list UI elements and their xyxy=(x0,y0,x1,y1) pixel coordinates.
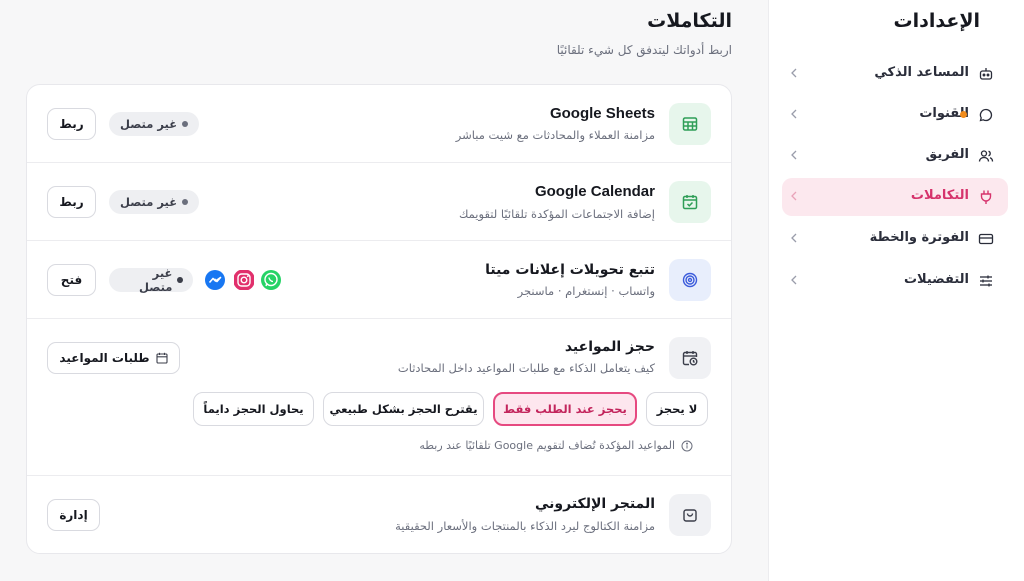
integration-row-google-calendar: Google Calendar إضافة الاجتماعات المؤكدة… xyxy=(27,163,731,241)
settings-sidebar: الإعدادات المساعد الذكي القنوات الفريق ا… xyxy=(768,0,1024,581)
appointment-requests-button[interactable]: طلبات المواعيد xyxy=(47,342,180,374)
sliders-icon xyxy=(980,275,992,287)
sidebar-item-label: الفوترة والخطة xyxy=(869,230,969,245)
status-badge: غير متصل xyxy=(109,266,193,294)
integration-title: المتجر الإلكتروني xyxy=(535,496,655,512)
sidebar-item-label: التفضيلات xyxy=(903,272,969,287)
sidebar-item-integrations[interactable]: التكاملات xyxy=(782,178,1008,216)
booking-option-suggest-naturally[interactable]: يقترح الحجز بشكل طبيعي xyxy=(323,392,484,426)
integration-row-online-store: المتجر الإلكتروني مزامنة الكتالوج ليرد ا… xyxy=(27,476,731,554)
integration-icon-box xyxy=(669,494,711,536)
sidebar-item-label: المساعد الذكي xyxy=(874,65,969,80)
sidebar-item-channels[interactable]: القنوات xyxy=(782,96,1008,134)
integrations-card: Google Sheets مزامنة العملاء والمحادثات … xyxy=(26,84,732,554)
booking-option-no-booking[interactable]: لا يحجز xyxy=(646,392,708,426)
appointment-requests-label: طلبات المواعيد xyxy=(59,351,150,365)
chevron-left-icon xyxy=(791,191,797,201)
status-dot xyxy=(177,277,183,283)
calendar-check-icon xyxy=(682,195,698,210)
page-subtitle: اربط أدواتك ليتدفق كل شيء تلقائيًا xyxy=(556,43,732,57)
integration-icon-box xyxy=(669,181,711,223)
connect-google-sheets-button[interactable]: ربط xyxy=(47,108,96,140)
integration-row-meta-conversions: تتبع تحويلات إعلانات ميتا واتساب · إنستغ… xyxy=(27,241,731,319)
target-icon xyxy=(682,272,698,288)
integration-title: Google Calendar xyxy=(534,183,655,200)
chevron-left-icon xyxy=(791,275,797,285)
chevron-left-icon xyxy=(791,109,797,119)
integration-description: إضافة الاجتماعات المؤكدة تلقائيًا لتقويم… xyxy=(458,207,655,221)
calendar-clock-icon xyxy=(682,351,698,366)
notification-dot xyxy=(960,111,967,118)
table-icon xyxy=(682,117,698,131)
integration-title: حجز المواعيد xyxy=(564,339,655,355)
plug-icon xyxy=(980,190,992,204)
status-dot xyxy=(182,121,189,127)
chat-bubble-icon xyxy=(979,108,993,122)
integration-title: Google Sheets xyxy=(549,105,655,122)
integration-description: مزامنة الكتالوج ليرد الذكاء بالمنتجات وا… xyxy=(395,519,655,533)
robot-icon xyxy=(979,68,993,80)
status-badge-label: غير متصل xyxy=(119,195,178,209)
status-badge-label: غير متصل xyxy=(119,117,178,131)
credit-card-icon xyxy=(978,233,994,245)
status-badge: غير متصل xyxy=(109,112,199,136)
sidebar-item-team[interactable]: الفريق xyxy=(782,137,1008,175)
sidebar-item-billing[interactable]: الفوترة والخطة xyxy=(782,220,1008,258)
users-icon xyxy=(978,150,994,162)
whatsapp-icon xyxy=(261,270,281,290)
manage-store-button[interactable]: إدارة xyxy=(47,499,100,531)
calendar-icon xyxy=(156,352,168,364)
status-badge: غير متصل xyxy=(109,190,199,214)
messenger-icon xyxy=(205,270,225,290)
chevron-left-icon xyxy=(791,233,797,243)
booking-option-on-request-only[interactable]: يحجز عند الطلب فقط xyxy=(493,392,637,426)
integration-row-google-sheets: Google Sheets مزامنة العملاء والمحادثات … xyxy=(27,85,731,163)
integration-title: تتبع تحويلات إعلانات ميتا xyxy=(485,262,655,278)
status-dot xyxy=(182,199,189,205)
booking-option-always-try[interactable]: يحاول الحجز دايماً xyxy=(193,392,314,426)
integration-icon-box xyxy=(669,337,711,379)
connect-google-calendar-button[interactable]: ربط xyxy=(47,186,96,218)
booking-note-text: المواعيد المؤكدة تُضاف لتقويم Google تلق… xyxy=(419,439,675,452)
open-meta-conversions-button[interactable]: فتح xyxy=(47,264,96,296)
chevron-left-icon xyxy=(791,150,797,160)
integration-description: مزامنة العملاء والمحادثات مع شيت مباشر xyxy=(455,128,655,142)
integration-description: كيف يتعامل الذكاء مع طلبات المواعيد داخل… xyxy=(397,361,655,375)
chevron-left-icon xyxy=(791,68,797,78)
sidebar-title: الإعدادات xyxy=(893,10,980,32)
info-icon xyxy=(681,440,693,451)
booking-note: المواعيد المؤكدة تُضاف لتقويم Google تلق… xyxy=(419,439,693,452)
shopping-bag-icon xyxy=(683,509,697,522)
sidebar-item-label: الفريق xyxy=(925,147,969,162)
integration-description: واتساب · إنستغرام · ماسنجر xyxy=(517,284,655,298)
instagram-icon xyxy=(234,270,254,290)
sidebar-item-label: التكاملات xyxy=(910,188,969,203)
sidebar-item-preferences[interactable]: التفضيلات xyxy=(782,262,1008,300)
integration-icon-box xyxy=(669,103,711,145)
sidebar-item-ai-assistant[interactable]: المساعد الذكي xyxy=(782,55,1008,93)
integration-row-appointment-booking: حجز المواعيد كيف يتعامل الذكاء مع طلبات … xyxy=(27,319,731,476)
status-badge-label: غير متصل xyxy=(138,266,173,294)
page-title: التكاملات xyxy=(647,10,732,32)
integration-icon-box xyxy=(669,259,711,301)
